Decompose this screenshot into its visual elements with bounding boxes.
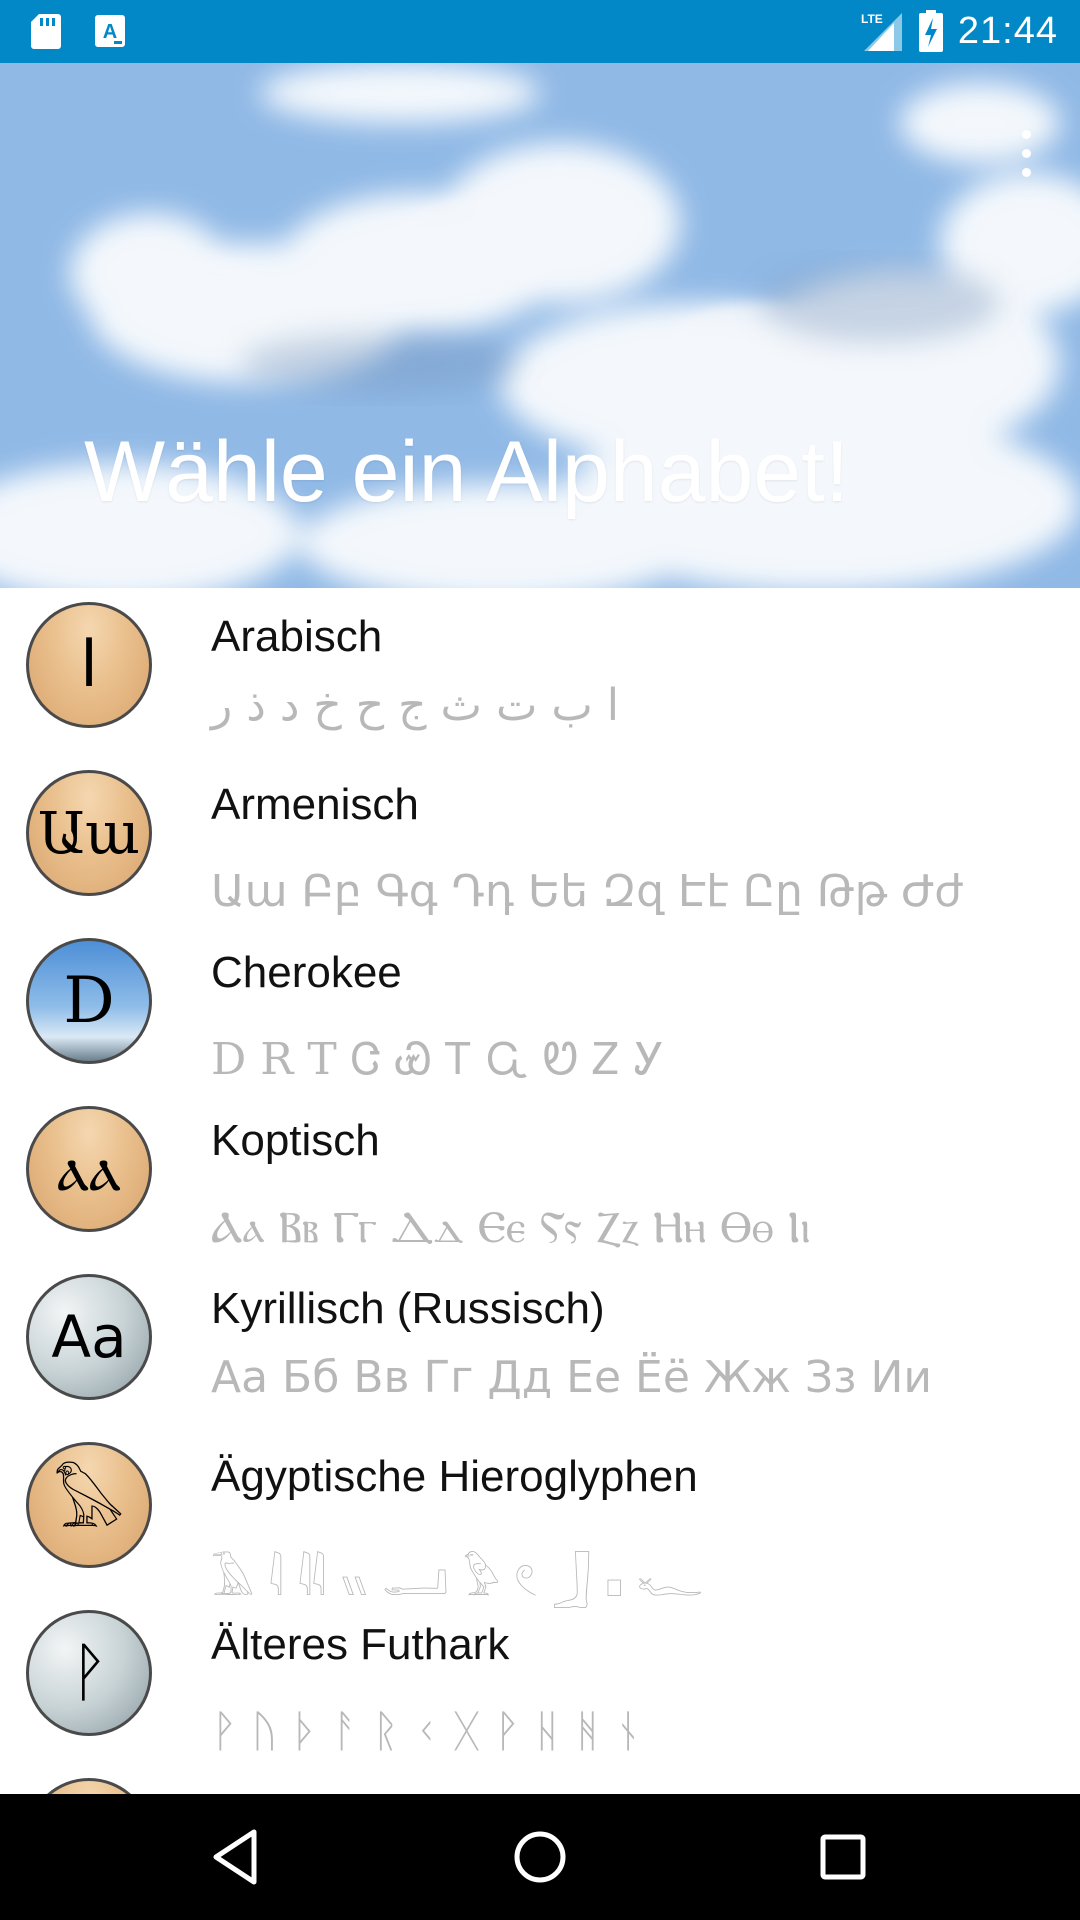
alphabet-preview: ᚹ ᚢ ᚦ ᚨ ᚱ ᚲ ᚷ ᚹ ᚺ ᚻ ᚾ	[211, 1706, 642, 1757]
home-icon[interactable]	[505, 1822, 575, 1892]
status-bar: A LTE 21:44	[0, 0, 1080, 63]
avatar-letter: ᚹ	[69, 1636, 109, 1710]
alphabet-list[interactable]: ا Arabisch ا ب ت ث ج ح خ د ذ ر Աա Armeni…	[0, 588, 1080, 1794]
app-notification-icon: A	[95, 15, 125, 47]
list-item-partial[interactable]	[0, 1764, 1080, 1794]
alphabet-preview: ا ب ت ث ج ح خ د ذ ر	[211, 680, 620, 731]
alphabet-name: Koptisch	[211, 1116, 380, 1165]
avatar-letter: ⲁⲁ	[57, 1132, 121, 1206]
avatar	[26, 1778, 152, 1794]
recents-icon[interactable]	[808, 1822, 878, 1892]
avatar: ا	[26, 602, 152, 728]
list-item-cherokee[interactable]: D Cherokee D R T Ꮳ Ꮿ Ꭲ Ꮹ Ꮼ Ꮓ Ꭹ	[0, 924, 1080, 1092]
alphabet-name: Arabisch	[211, 612, 383, 661]
avatar: ⲁⲁ	[26, 1106, 152, 1232]
alphabet-preview: Աա Բբ Գգ Դդ Եե Զզ Էէ Ըը Թթ Ժժ	[211, 866, 964, 917]
overflow-menu-icon	[1021, 129, 1031, 139]
list-item-arabisch[interactable]: ا Arabisch ا ب ت ث ج ح خ د ذ ر	[0, 588, 1080, 756]
alphabet-name: Ägyptische Hieroglyphen	[211, 1452, 698, 1501]
sd-card-icon	[31, 14, 61, 49]
avatar-letter: ا	[80, 628, 98, 702]
battery-charging-icon	[918, 10, 943, 52]
alphabet-preview: D R T Ꮳ Ꮿ Ꭲ Ꮹ Ꮼ Ꮓ Ꭹ	[211, 1034, 665, 1085]
list-item-futhark[interactable]: ᚹ Älteres Futhark ᚹ ᚢ ᚦ ᚨ ᚱ ᚲ ᚷ ᚹ ᚺ ᚻ ᚾ	[0, 1596, 1080, 1764]
avatar: D	[26, 938, 152, 1064]
avatar: Աա	[26, 770, 152, 896]
avatar-letter: 𓅃	[53, 1468, 125, 1542]
avatar: Aa	[26, 1274, 152, 1400]
alphabet-name: Älteres Futhark	[211, 1620, 510, 1669]
svg-text:LTE: LTE	[861, 12, 883, 26]
list-item-kyrillisch[interactable]: Aa Kyrillisch (Russisch) Аа Бб Вв Гг Дд …	[0, 1260, 1080, 1428]
alphabet-preview: Аа Бб Вв Гг Дд Ее Ёё Жж Зз Ии	[211, 1352, 933, 1403]
back-icon[interactable]	[202, 1822, 272, 1892]
alphabet-name: Kyrillisch (Russisch)	[211, 1284, 605, 1333]
list-item-koptisch[interactable]: ⲁⲁ Koptisch Ⲁⲁ Ⲃⲃ Ⲅⲅ Ⲇⲇ Ⲉⲉ Ⲋⲋ Ⲍⲍ Ⲏⲏ Ⲑⲑ Ⲓ…	[0, 1092, 1080, 1260]
overflow-menu-button[interactable]	[996, 108, 1056, 198]
svg-text:A: A	[103, 21, 117, 43]
avatar-letter: Aa	[51, 1303, 127, 1371]
navigation-bar	[0, 1794, 1080, 1920]
list-item-hieroglyphen[interactable]: 𓅃 Ägyptische Hieroglyphen 𓄿 𓇋 𓇌 𓏭 𓂝 𓅱 𓏲 …	[0, 1428, 1080, 1606]
avatar-letter: D	[63, 964, 115, 1038]
page-title: Wähle ein Alphabet!	[84, 424, 849, 520]
alphabet-name: Cherokee	[211, 948, 402, 997]
avatar: 𓅃	[26, 1442, 152, 1568]
alphabet-name: Armenisch	[211, 780, 419, 829]
avatar-letter: Աա	[37, 799, 140, 867]
list-item-armenisch[interactable]: Աա Armenisch Աա Բբ Գգ Դդ Եե Զզ Էէ Ըը Թթ …	[0, 756, 1080, 924]
app-header: Wähle ein Alphabet!	[0, 63, 1080, 588]
clock: 21:44	[957, 10, 1058, 52]
alphabet-preview: Ⲁⲁ Ⲃⲃ Ⲅⲅ Ⲇⲇ Ⲉⲉ Ⲋⲋ Ⲍⲍ Ⲏⲏ Ⲑⲑ Ⲓⲓ	[211, 1202, 811, 1253]
lte-signal-icon: LTE	[861, 12, 902, 51]
avatar: ᚹ	[26, 1610, 152, 1736]
